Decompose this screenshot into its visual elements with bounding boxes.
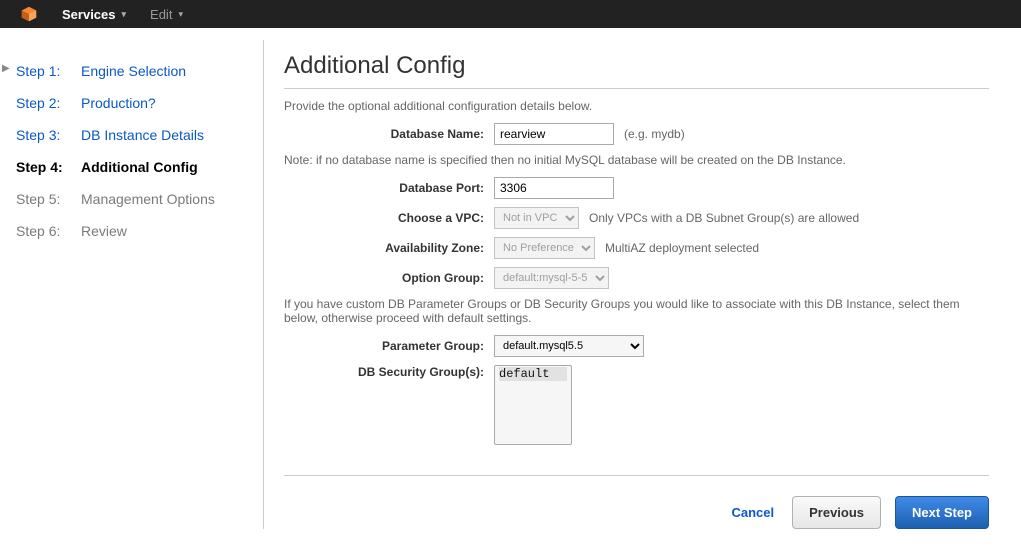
- security-group-select[interactable]: default: [494, 365, 572, 445]
- cancel-link[interactable]: Cancel: [731, 505, 774, 520]
- vpc-hint: Only VPCs with a DB Subnet Group(s) are …: [589, 211, 859, 225]
- main-panel: Additional Config Provide the optional a…: [264, 40, 1001, 529]
- services-menu-label: Services: [62, 7, 116, 22]
- divider: [284, 88, 989, 89]
- az-label: Availability Zone:: [284, 241, 494, 255]
- top-bar: Services ▾ Edit ▾: [0, 0, 1021, 28]
- services-menu[interactable]: Services ▾: [62, 7, 126, 22]
- parameter-group-label: Parameter Group:: [284, 339, 494, 353]
- database-name-hint: (e.g. mydb): [624, 127, 685, 141]
- note-groups: If you have custom DB Parameter Groups o…: [284, 297, 989, 325]
- step-6: Step 6: Review: [16, 222, 243, 240]
- edit-menu[interactable]: Edit ▾: [150, 7, 183, 22]
- database-port-label: Database Port:: [284, 181, 494, 195]
- edit-menu-label: Edit: [150, 7, 172, 22]
- step-number: Step 5:: [16, 190, 71, 208]
- step-number: Step 6:: [16, 222, 71, 240]
- az-hint: MultiAZ deployment selected: [605, 241, 759, 255]
- wizard-sidebar: Step 1: Engine Selection Step 2: Product…: [4, 40, 264, 529]
- step-label: Review: [81, 222, 127, 240]
- divider: [284, 475, 989, 476]
- database-name-input[interactable]: [494, 123, 614, 145]
- vpc-select[interactable]: Not in VPC: [494, 207, 579, 229]
- step-number: Step 3:: [16, 126, 71, 144]
- security-group-option: default: [499, 367, 567, 381]
- chevron-down-icon: ▾: [178, 9, 183, 20]
- step-2[interactable]: Step 2: Production?: [16, 94, 243, 112]
- step-label: Management Options: [81, 190, 215, 208]
- step-label: DB Instance Details: [81, 126, 204, 144]
- next-step-button[interactable]: Next Step: [895, 496, 989, 529]
- database-name-label: Database Name:: [284, 127, 494, 141]
- note-database-name: Note: if no database name is specified t…: [284, 153, 989, 167]
- row-parameter-group: Parameter Group: default.mysql5.5: [284, 335, 989, 357]
- step-label: Production?: [81, 94, 156, 112]
- az-select[interactable]: No Preference: [494, 237, 595, 259]
- step-label: Engine Selection: [81, 62, 186, 80]
- step-label: Additional Config: [81, 158, 198, 176]
- step-number: Step 1:: [16, 62, 71, 80]
- option-group-select[interactable]: default:mysql-5-5: [494, 267, 609, 289]
- step-number: Step 2:: [16, 94, 71, 112]
- parameter-group-select[interactable]: default.mysql5.5: [494, 335, 644, 357]
- step-3[interactable]: Step 3: DB Instance Details: [16, 126, 243, 144]
- option-group-label: Option Group:: [284, 271, 494, 285]
- row-database-name: Database Name: (e.g. mydb): [284, 123, 989, 145]
- step-4: Step 4: Additional Config: [16, 158, 243, 176]
- step-1[interactable]: Step 1: Engine Selection: [16, 62, 243, 80]
- chevron-down-icon: ▾: [122, 9, 127, 20]
- previous-button[interactable]: Previous: [792, 496, 881, 529]
- row-security-group: DB Security Group(s): default: [284, 365, 989, 445]
- step-number: Step 4:: [16, 158, 71, 176]
- row-option-group: Option Group: default:mysql-5-5: [284, 267, 989, 289]
- security-group-label: DB Security Group(s):: [284, 365, 494, 379]
- step-5: Step 5: Management Options: [16, 190, 243, 208]
- database-port-input[interactable]: [494, 177, 614, 199]
- aws-logo-icon: [20, 5, 38, 23]
- sidebar-pointer-icon: ▶: [2, 63, 10, 74]
- button-row: Cancel Previous Next Step: [284, 496, 989, 529]
- page-title: Additional Config: [284, 52, 989, 80]
- row-availability-zone: Availability Zone: No Preference MultiAZ…: [284, 237, 989, 259]
- row-database-port: Database Port:: [284, 177, 989, 199]
- intro-text: Provide the optional additional configur…: [284, 99, 989, 113]
- vpc-label: Choose a VPC:: [284, 211, 494, 225]
- row-choose-vpc: Choose a VPC: Not in VPC Only VPCs with …: [284, 207, 989, 229]
